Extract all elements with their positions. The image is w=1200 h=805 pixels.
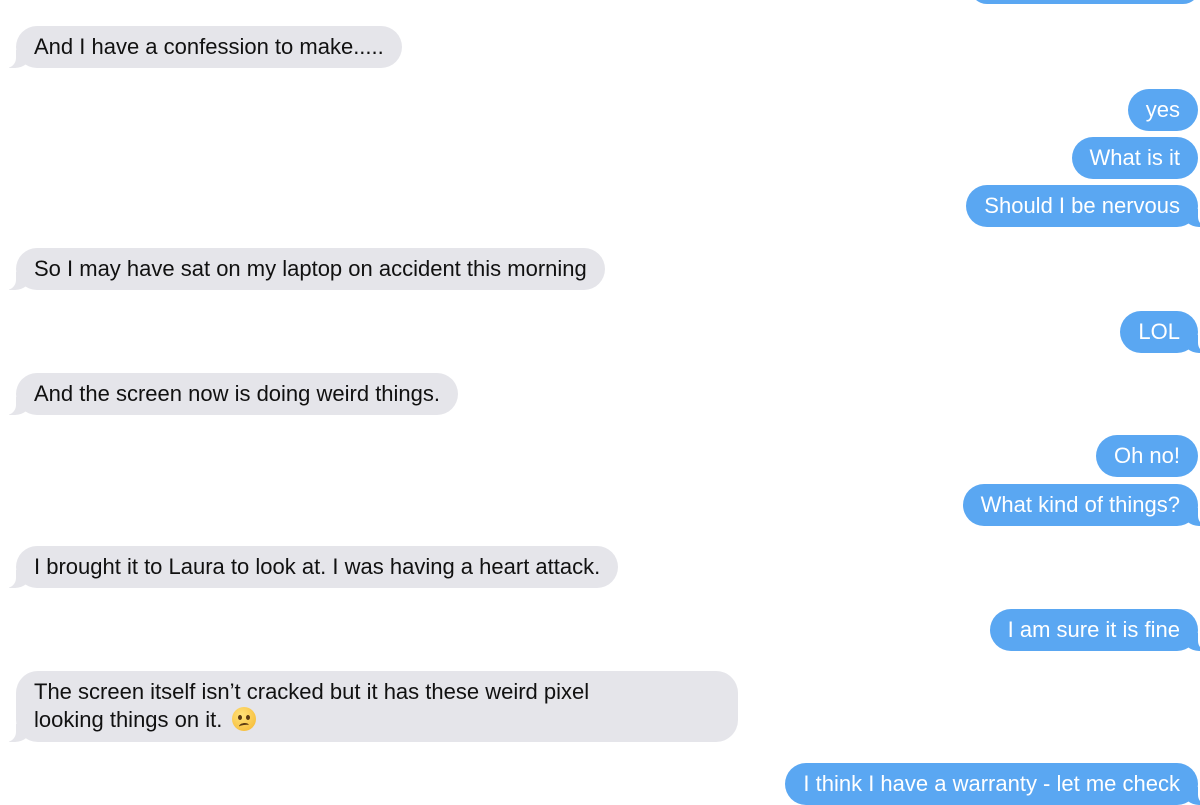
incoming-message[interactable]: The screen itself isn’t cracked but it h… — [2, 671, 738, 742]
outgoing-message[interactable]: What kind of things? — [962, 484, 1200, 526]
outgoing-message[interactable]: I think I have a warranty - let me check — [785, 763, 1200, 805]
message-text: And the screen now is doing weird things… — [34, 381, 441, 406]
worried-face-icon — [232, 707, 257, 731]
message-text: LOL — [1138, 319, 1180, 344]
incoming-message[interactable]: I brought it to Laura to look at. I was … — [1, 546, 619, 588]
outgoing-message[interactable]: LOL — [1120, 311, 1200, 353]
outgoing-message[interactable]: Should I be nervous — [966, 185, 1200, 227]
message-text: I think I have a warranty - let me check — [803, 771, 1180, 796]
outgoing-message[interactable]: What is it — [1071, 137, 1198, 179]
outgoing-message[interactable]: I am sure it is fine — [989, 609, 1200, 651]
message-text: yes — [1145, 97, 1180, 122]
message-text: Should I be nervous — [984, 193, 1180, 218]
message-text: And I have a confession to make..... — [34, 34, 384, 59]
message-text: What is it — [1089, 145, 1180, 170]
cut-off-message-bubble — [970, 0, 1200, 4]
message-text: I brought it to Laura to look at. I was … — [34, 554, 601, 579]
message-thread: And I have a confession to make..... yes… — [0, 0, 1200, 805]
incoming-message[interactable]: So I may have sat on my laptop on accide… — [2, 248, 605, 290]
message-text: What kind of things? — [980, 492, 1180, 517]
incoming-message[interactable]: And I have a confession to make..... — [2, 26, 402, 68]
message-text: So I may have sat on my laptop on accide… — [34, 256, 587, 281]
outgoing-message[interactable]: Oh no! — [1095, 435, 1198, 477]
message-text: Oh no! — [1113, 443, 1180, 468]
incoming-message[interactable]: And the screen now is doing weird things… — [1, 373, 459, 415]
outgoing-message[interactable]: yes — [1127, 89, 1198, 131]
message-text-line: looking things on it. — [34, 707, 223, 732]
message-text: I am sure it is fine — [1007, 617, 1180, 642]
message-text-line: The screen itself isn’t cracked but it h… — [34, 679, 590, 704]
